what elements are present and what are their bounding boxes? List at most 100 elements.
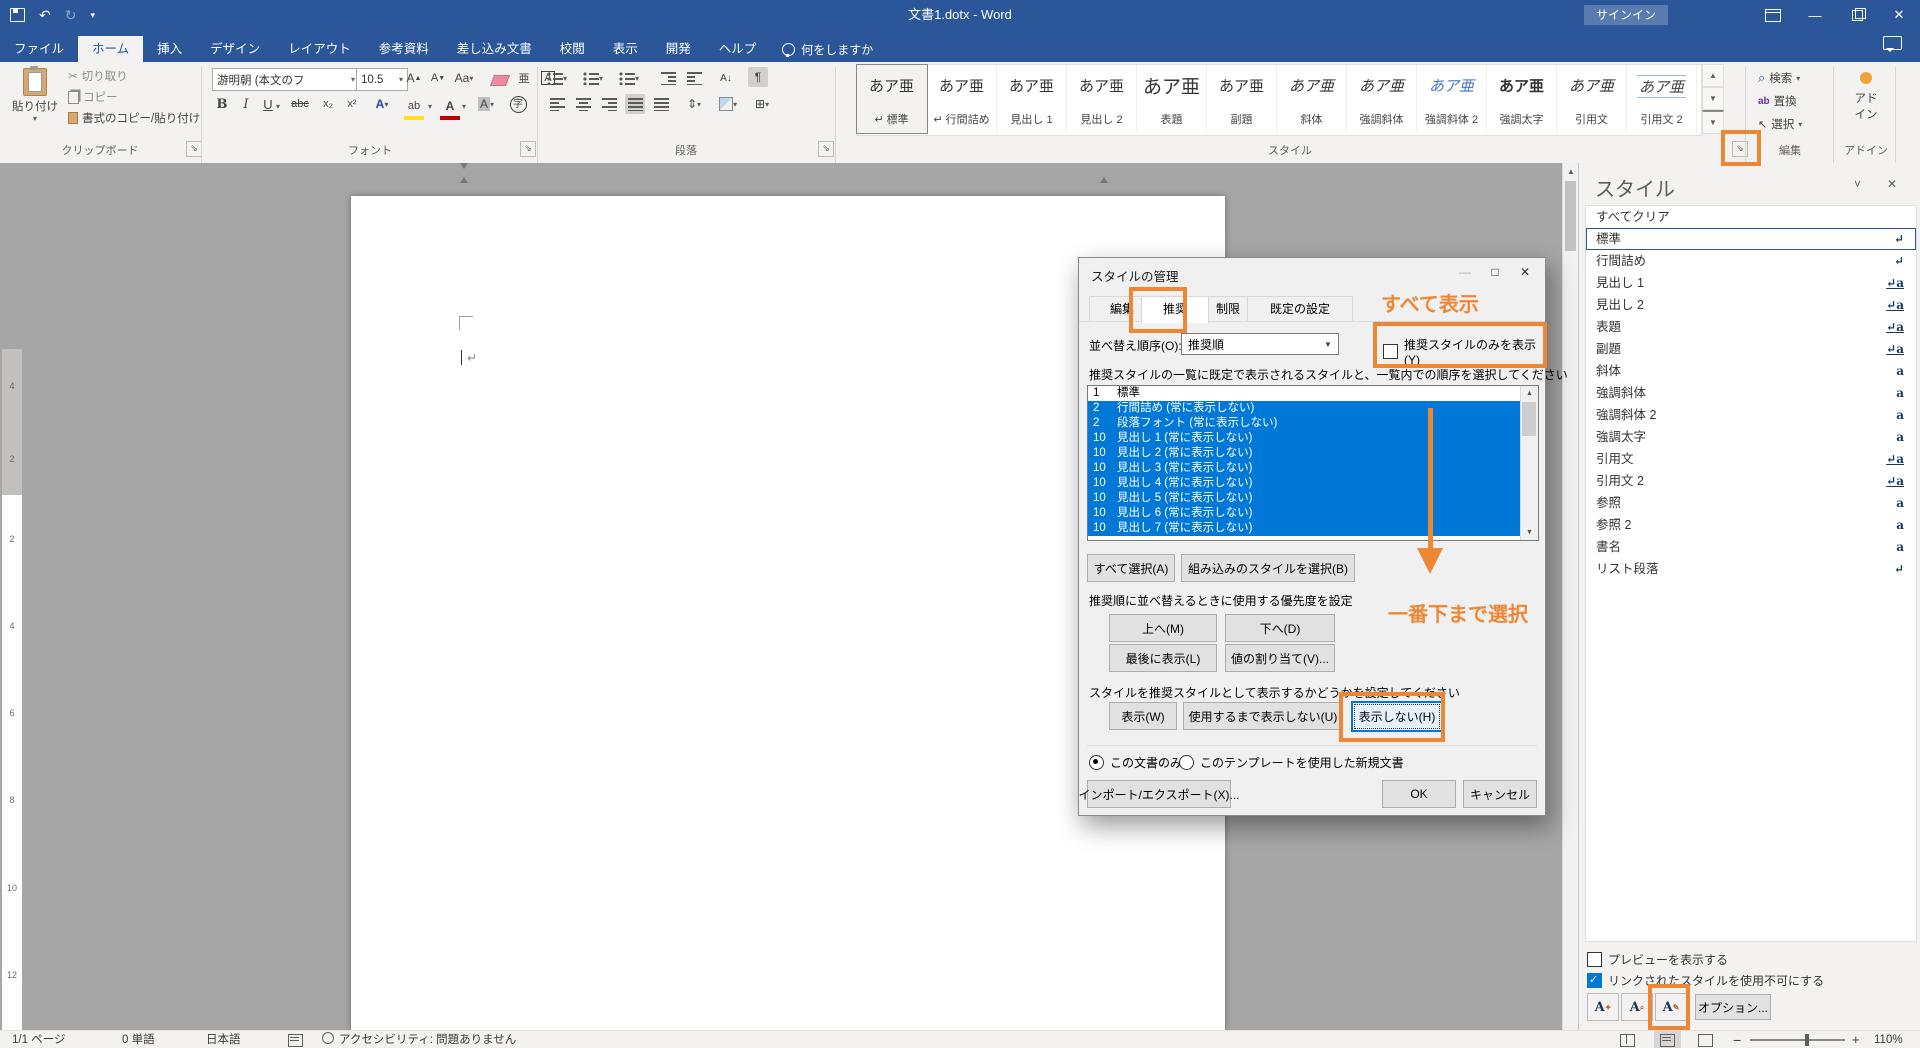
zoom-out-button[interactable]: −: [1733, 1031, 1741, 1048]
new-documents-radio[interactable]: このテンプレートを使用した新規文書: [1179, 754, 1404, 771]
pane-style-参照[interactable]: 参照 a: [1586, 492, 1916, 514]
vertical-ruler[interactable]: 42 246810121416: [2, 349, 22, 1048]
document-vertical-scrollbar[interactable]: ▲: [1562, 163, 1579, 1030]
recommended-style-row[interactable]: 10 見出し 1 (常に表示しない): [1088, 431, 1538, 446]
tab-レイアウト[interactable]: レイアウト: [274, 36, 365, 62]
replace-button[interactable]: ab 置換: [1758, 93, 1797, 109]
gallery-scroll-up-icon[interactable]: ▲: [1702, 64, 1724, 87]
recommended-style-row[interactable]: 10 見出し 5 (常に表示しない): [1088, 491, 1538, 506]
show-preview-checkbox[interactable]: プレビューを表示する: [1587, 951, 1728, 968]
underline-button[interactable]: U: [258, 94, 278, 114]
new-style-button[interactable]: A ✦: [1587, 993, 1619, 1021]
move-down-button[interactable]: 下へ(D): [1225, 614, 1335, 642]
recommended-style-row[interactable]: 10 見出し 6 (常に表示しない): [1088, 506, 1538, 521]
web-layout-button[interactable]: [1698, 1031, 1713, 1048]
format-painter-button[interactable]: 書式のコピー/貼り付け: [68, 110, 200, 126]
pane-style-行間詰め[interactable]: 行間詰め ↵: [1586, 250, 1916, 272]
gallery-scroll-down-icon[interactable]: ▼: [1702, 87, 1724, 110]
page-indicator[interactable]: 1/1 ページ: [12, 1031, 65, 1048]
zoom-in-button[interactable]: +: [1852, 1031, 1860, 1048]
disable-linked-styles-checkbox[interactable]: リンクされたスタイルを使用不可にする: [1587, 972, 1824, 989]
assign-value-button[interactable]: 値の割り当て(V)...: [1225, 644, 1335, 672]
tab-開発[interactable]: 開発: [652, 36, 705, 62]
print-layout-button[interactable]: [1654, 1031, 1681, 1048]
zoom-level[interactable]: 110%: [1874, 1031, 1903, 1048]
dialog-title-bar[interactable]: スタイルの管理 — □ ✕: [1079, 258, 1545, 288]
gallery-style-引用文 2[interactable]: あア亜 引用文 2: [1627, 65, 1697, 133]
grow-font-button[interactable]: A ▲: [404, 68, 424, 88]
sign-in-button[interactable]: サインイン: [1583, 5, 1668, 25]
font-color-dropdown-icon[interactable]: ▾: [462, 102, 466, 111]
subscript-button[interactable]: x₂: [318, 94, 338, 114]
shading-button[interactable]: ▾: [718, 94, 738, 114]
clear-formatting-button[interactable]: [489, 70, 511, 90]
pane-style-強調斜体[interactable]: 強調斜体 a: [1586, 382, 1916, 404]
select-builtin-button[interactable]: 組み込みのスタイルを選択(B): [1181, 554, 1355, 582]
font-name-combo[interactable]: 游明朝 (本文のフ ▾: [212, 68, 360, 91]
pane-style-見出し 1[interactable]: 見出し 1 ↵a: [1586, 272, 1916, 294]
shrink-font-button[interactable]: A ▼: [428, 68, 448, 88]
dialog-tab-既定の設定[interactable]: 既定の設定: [1247, 296, 1353, 322]
copy-button[interactable]: コピー: [68, 89, 118, 105]
sort-button[interactable]: A↓: [716, 68, 736, 88]
list-scroll-up-icon[interactable]: ▲: [1521, 386, 1538, 401]
pane-style-書名[interactable]: 書名 a: [1586, 536, 1916, 558]
font-dialog-launcher[interactable]: ⇘: [520, 141, 536, 157]
gallery-style-引用文[interactable]: あア亜 引用文: [1557, 65, 1627, 133]
restore-button[interactable]: [1836, 0, 1878, 30]
pane-close-icon[interactable]: ✕: [1887, 177, 1897, 191]
gallery-style-強調斜体[interactable]: あア亜 強調斜体: [1347, 65, 1417, 133]
gallery-style-斜体[interactable]: あア亜 斜体: [1277, 65, 1347, 133]
zoom-slider[interactable]: [1750, 1034, 1845, 1046]
pane-style-引用文 2[interactable]: 引用文 2 ↵a: [1586, 470, 1916, 492]
underline-dropdown-icon[interactable]: ▾: [276, 102, 280, 111]
options-button[interactable]: オプション...: [1695, 994, 1771, 1020]
text-effects-button[interactable]: A ▾: [372, 94, 392, 114]
tell-me-button[interactable]: 何をしますか: [770, 36, 885, 62]
italic-button[interactable]: I: [236, 94, 256, 114]
tab-挿入[interactable]: 挿入: [143, 36, 196, 62]
tab-デザイン[interactable]: デザイン: [196, 36, 274, 62]
decrease-indent-button[interactable]: [658, 68, 678, 88]
borders-button[interactable]: ⊞ ▾: [752, 94, 772, 114]
ok-button[interactable]: OK: [1382, 780, 1456, 808]
pane-style-見出し 2[interactable]: 見出し 2 ↵a: [1586, 294, 1916, 316]
hide-until-used-button[interactable]: 使用するまで表示しない(U): [1183, 702, 1343, 730]
justify-button[interactable]: [625, 94, 645, 114]
align-left-button[interactable]: [547, 94, 567, 114]
align-center-button[interactable]: [573, 94, 593, 114]
gallery-style-見出し 1[interactable]: あア亜 見出し 1: [997, 65, 1067, 133]
align-right-button[interactable]: [599, 94, 619, 114]
bold-button[interactable]: B: [212, 94, 232, 114]
macro-record-icon[interactable]: [288, 1031, 303, 1048]
cut-button[interactable]: ✂ 切り取り: [68, 68, 128, 84]
pane-style-表題[interactable]: 表題 ↵a: [1586, 316, 1916, 338]
paragraph-dialog-launcher[interactable]: ⇘: [818, 141, 834, 157]
list-scroll-down-icon[interactable]: ▼: [1521, 525, 1538, 540]
pane-style-副題[interactable]: 副題 ↵a: [1586, 338, 1916, 360]
pane-style-リスト段落[interactable]: リスト段落 ↵: [1586, 558, 1916, 580]
paste-dropdown-icon[interactable]: ▾: [8, 114, 62, 123]
only-this-document-radio[interactable]: この文書のみ: [1089, 754, 1182, 771]
minimize-button[interactable]: —: [1794, 0, 1836, 30]
highlight-color-button[interactable]: ab: [404, 96, 424, 120]
change-case-button[interactable]: Aa ▾: [454, 68, 474, 88]
pane-style-強調太字[interactable]: 強調太字 a: [1586, 426, 1916, 448]
recommended-style-row[interactable]: 10 見出し 3 (常に表示しない): [1088, 461, 1538, 476]
recommended-style-row[interactable]: 1 標準: [1088, 386, 1538, 401]
increase-indent-button[interactable]: [684, 68, 704, 88]
pane-style-斜体[interactable]: 斜体 a: [1586, 360, 1916, 382]
list-scrollbar[interactable]: ▲ ▼: [1520, 386, 1538, 540]
tab-表示[interactable]: 表示: [599, 36, 652, 62]
zoom-slider-thumb[interactable]: [1805, 1034, 1809, 1046]
list-scroll-thumb[interactable]: [1522, 402, 1536, 436]
numbering-button[interactable]: ▾: [583, 68, 603, 88]
show-last-button[interactable]: 最後に表示(L): [1109, 644, 1217, 672]
close-button[interactable]: ✕: [1878, 0, 1920, 30]
gallery-style-標準[interactable]: あア亜 ↵ 標準: [856, 64, 928, 134]
pane-style-強調斜体 2[interactable]: 強調斜体 2 a: [1586, 404, 1916, 426]
recommended-styles-list[interactable]: 1 標準 2 行間詰め (常に表示しない) 2 段落フォント (常に表示しない) 10 見出し…: [1087, 385, 1539, 541]
sort-order-combo[interactable]: 推奨順 ▼: [1181, 333, 1339, 355]
paste-button[interactable]: 貼り付け ▾: [8, 66, 62, 140]
scrollbar-up-icon[interactable]: ▲: [1563, 163, 1579, 176]
